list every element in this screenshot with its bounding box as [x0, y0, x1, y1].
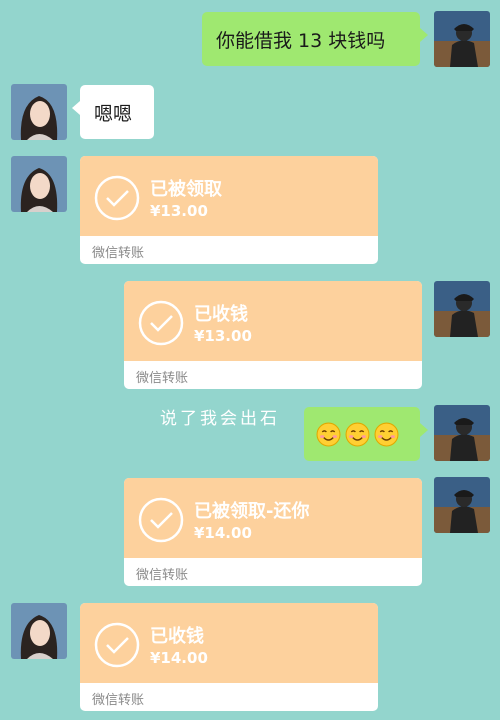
transfer-amount: ¥14.00 [194, 524, 252, 542]
transfer-label: 微信转账 [136, 568, 189, 583]
transfer-card[interactable]: 已收钱 ¥13.00 微信转账 [124, 281, 422, 389]
transfer-status: 已收钱 [150, 626, 204, 647]
avatar-man-image [434, 281, 490, 337]
message-bubble-received[interactable]: 嗯嗯 [72, 85, 154, 139]
transfer-status: 已被领取-还你 [194, 501, 310, 522]
smiling-face-icon [374, 422, 399, 446]
avatar-self[interactable] [434, 477, 490, 533]
check-circle-icon [94, 175, 140, 221]
overlay-caption: 说了我会出石 [160, 409, 280, 429]
avatar-man-image [434, 477, 490, 533]
avatar-friend[interactable] [11, 603, 67, 659]
transfer-amount: ¥13.00 [150, 202, 208, 220]
check-circle-icon [94, 622, 140, 668]
check-circle-icon [138, 300, 184, 346]
avatar-self[interactable] [434, 281, 490, 337]
avatar-woman-image [11, 84, 67, 140]
smiling-face-icon [316, 422, 341, 446]
avatar-friend[interactable] [11, 156, 67, 212]
message-bubble-sent[interactable] [304, 407, 428, 461]
transfer-status: 已被领取 [150, 179, 222, 200]
avatar-woman-image [11, 156, 67, 212]
smiling-face-icon [345, 422, 370, 446]
transfer-card[interactable]: 已被领取 ¥13.00 微信转账 [80, 156, 378, 264]
message-text: 嗯嗯 [94, 102, 133, 125]
transfer-amount: ¥13.00 [194, 327, 252, 345]
avatar-friend[interactable] [11, 84, 67, 140]
avatar-man-image [434, 11, 490, 67]
transfer-label: 微信转账 [92, 246, 145, 261]
transfer-card[interactable]: 已收钱 ¥14.00 微信转账 [80, 603, 378, 711]
avatar-self[interactable] [434, 11, 490, 67]
message-text: 你能借我 13 块钱吗 [216, 29, 386, 52]
avatar-self[interactable] [434, 405, 490, 461]
check-circle-icon [138, 497, 184, 543]
transfer-label: 微信转账 [92, 693, 145, 708]
transfer-label: 微信转账 [136, 371, 189, 386]
avatar-woman-image [11, 603, 67, 659]
transfer-amount: ¥14.00 [150, 649, 208, 667]
avatar-man-image [434, 405, 490, 461]
transfer-status: 已收钱 [194, 304, 248, 325]
message-bubble-sent[interactable]: 你能借我 13 块钱吗 [202, 12, 428, 66]
transfer-card[interactable]: 已被领取-还你 ¥14.00 微信转账 [124, 478, 422, 586]
